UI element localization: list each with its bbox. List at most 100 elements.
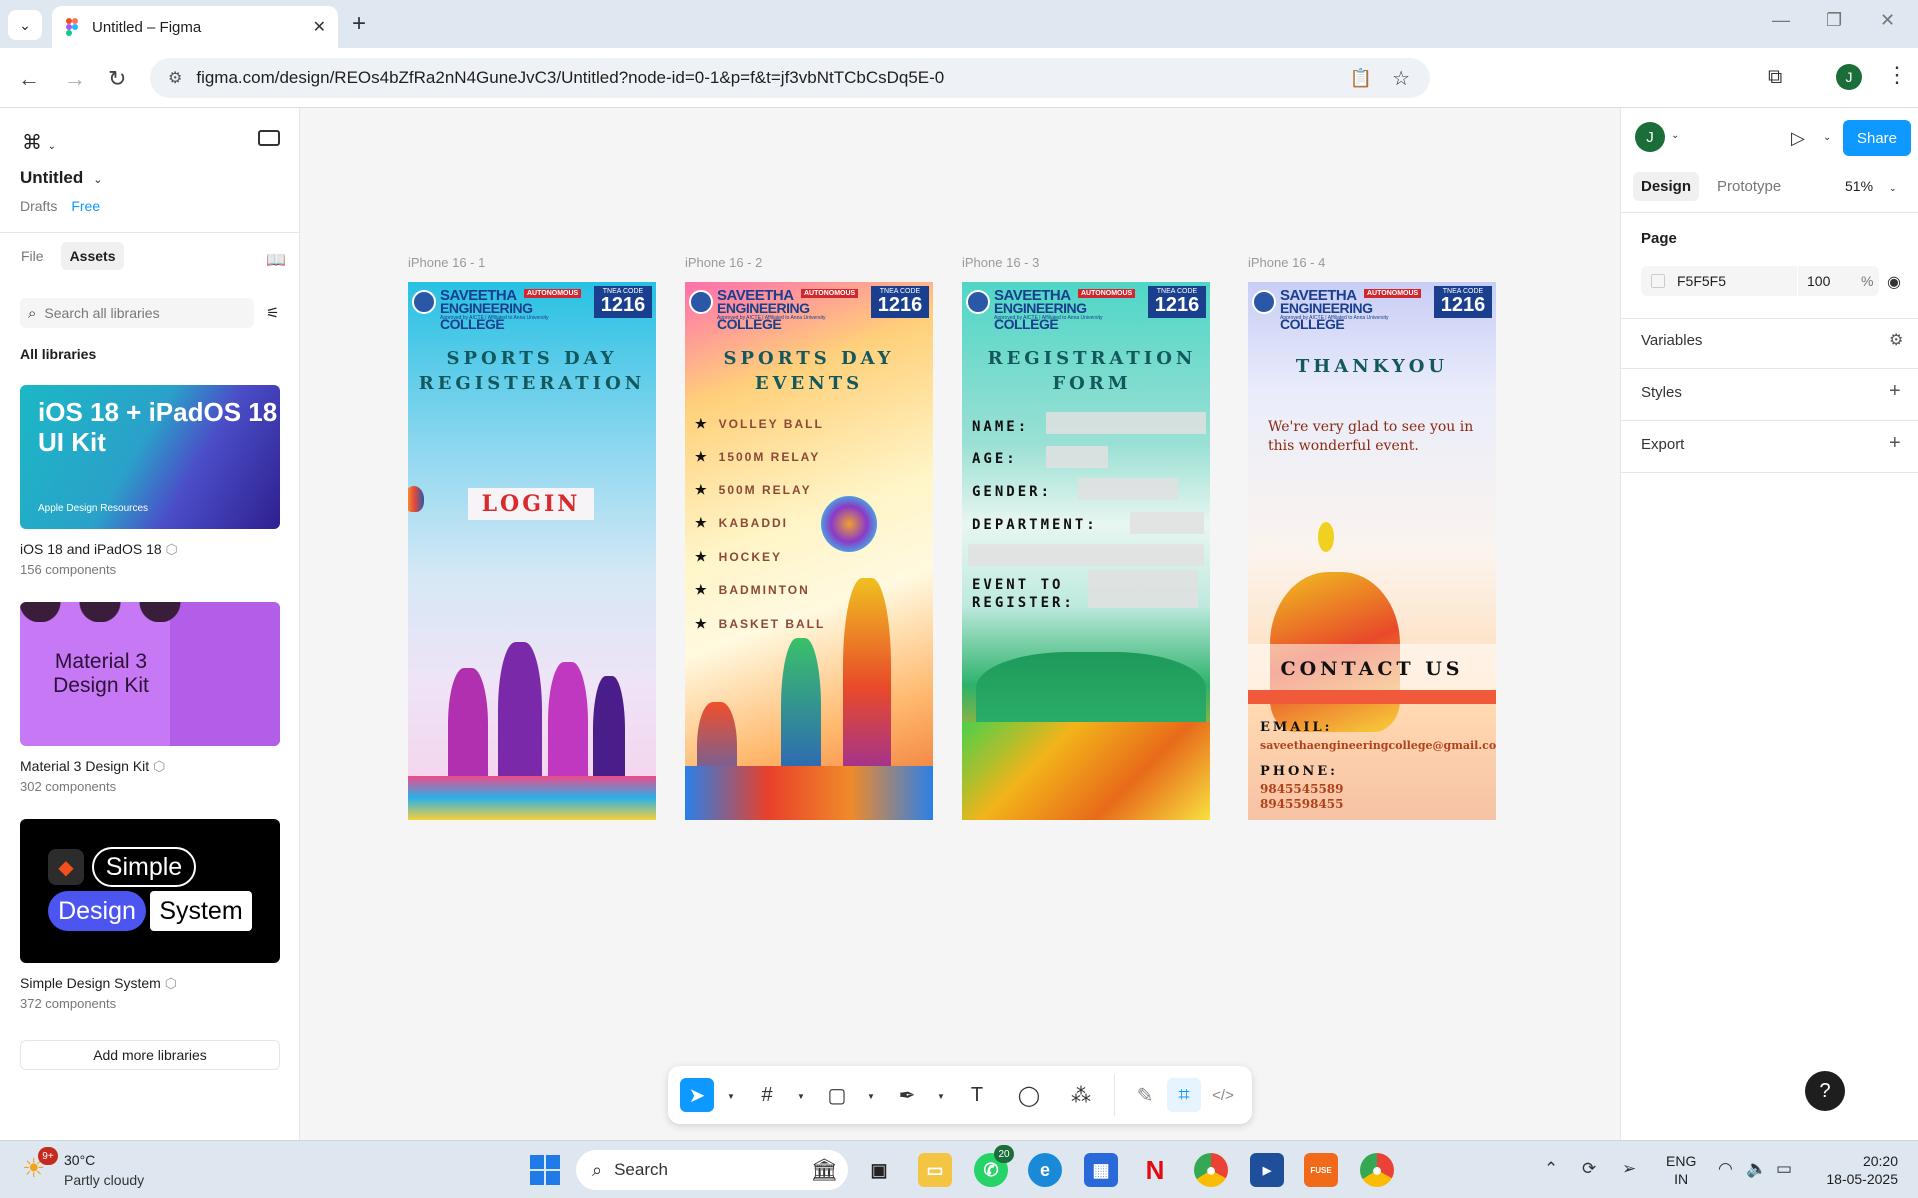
pen-tool[interactable]: ✒ <box>890 1078 924 1112</box>
fuse-app-icon[interactable]: FUSE <box>1304 1153 1338 1187</box>
file-explorer-icon[interactable]: ▭ <box>918 1153 952 1187</box>
battery-icon[interactable]: ▭ <box>1776 1159 1792 1179</box>
add-export-icon[interactable]: + <box>1889 432 1901 455</box>
search-libraries-input[interactable]: ⌕ Search all libraries <box>20 298 254 328</box>
file-name[interactable]: Untitled ⌄ <box>20 168 103 188</box>
user-avatar[interactable]: J <box>1635 122 1665 152</box>
tab-list-button[interactable]: ⌄ <box>8 10 42 40</box>
windows-start-icon[interactable] <box>530 1155 560 1185</box>
name-field[interactable] <box>1046 412 1206 434</box>
address-bar[interactable]: ⚙ figma.com/design/REOs4bZfRa2nN4GuneJvC… <box>150 58 1430 98</box>
frame-iphone-1[interactable]: SAVEETHA ENGINEERING COLLEGE AUTONOMOUS … <box>408 282 656 820</box>
tab-design[interactable]: Design <box>1633 172 1700 201</box>
dev-mode-button[interactable]: </> <box>1206 1078 1240 1112</box>
variables-settings-icon[interactable]: ⚙ <box>1889 330 1903 350</box>
extra-field[interactable] <box>968 544 1204 566</box>
design-canvas[interactable]: iPhone 16 - 1 SAVEETHA ENGINEERING COLLE… <box>300 108 1620 1140</box>
present-play-icon[interactable]: ▷ <box>1791 128 1805 149</box>
drafts-label[interactable]: Drafts <box>20 198 57 214</box>
color-swatch[interactable] <box>1651 274 1665 288</box>
library-card-simple[interactable]: ◆ Simple Design System Simple Design Sys… <box>20 819 280 1011</box>
tab-assets[interactable]: Assets <box>60 242 125 270</box>
frame-label[interactable]: iPhone 16 - 4 <box>1248 255 1325 270</box>
chevron-down-icon[interactable]: ▼ <box>867 1092 875 1101</box>
volume-icon[interactable]: 🔈 <box>1746 1159 1767 1179</box>
edge-browser-icon[interactable]: e <box>1028 1153 1062 1187</box>
back-icon[interactable]: ← <box>18 66 40 92</box>
new-tab-icon[interactable]: + <box>352 10 366 38</box>
sync-icon[interactable]: ⟳ <box>1582 1159 1596 1179</box>
library-book-icon[interactable]: 📖 <box>266 250 286 270</box>
gender-field[interactable] <box>1078 478 1178 500</box>
profile-avatar[interactable]: J <box>1836 64 1862 90</box>
login-button[interactable]: LOGIN <box>468 488 594 520</box>
tab-file[interactable]: File <box>12 242 53 270</box>
plan-badge[interactable]: Free <box>71 198 100 214</box>
chevron-down-icon[interactable]: ⌄ <box>1823 132 1831 143</box>
variables-section[interactable]: Variables <box>1641 332 1702 349</box>
frame-iphone-4[interactable]: SAVEETHA ENGINEERING COLLEGE AUTONOMOUS … <box>1248 282 1496 820</box>
window-close-icon[interactable]: ✕ <box>1880 10 1895 31</box>
event-field[interactable] <box>1088 570 1198 608</box>
reload-icon[interactable]: ↻ <box>108 66 126 92</box>
frame-label[interactable]: iPhone 16 - 3 <box>962 255 1039 270</box>
figma-menu-icon[interactable]: ⌘ ⌄ <box>22 130 56 155</box>
help-button[interactable]: ? <box>1805 1071 1845 1111</box>
comment-tool[interactable]: ◯ <box>1012 1078 1046 1112</box>
system-clock[interactable]: 20:20 18-05-2025 <box>1818 1152 1898 1188</box>
styles-section[interactable]: Styles <box>1641 384 1682 401</box>
store-icon[interactable]: ▦ <box>1084 1153 1118 1187</box>
toggle-sidebar-icon[interactable] <box>258 130 280 146</box>
weather-description[interactable]: Partly cloudy <box>64 1172 144 1188</box>
library-card-ios[interactable]: iOS 18 + iPadOS 18 UI Kit Apple Design R… <box>20 385 280 577</box>
frame-iphone-2[interactable]: SAVEETHA ENGINEERING COLLEGE AUTONOMOUS … <box>685 282 933 820</box>
add-libraries-button[interactable]: Add more libraries <box>20 1040 280 1070</box>
age-field[interactable] <box>1046 446 1108 468</box>
minimize-icon[interactable]: — <box>1772 10 1790 31</box>
weather-temperature[interactable]: 30°C <box>64 1152 95 1168</box>
chrome-icon[interactable]: ● <box>1194 1153 1228 1187</box>
close-tab-icon[interactable]: ✕ <box>313 17 326 37</box>
extensions-icon[interactable]: ⧉ <box>1768 66 1782 89</box>
task-view-icon[interactable]: ▣ <box>862 1153 896 1187</box>
draw-mode-button[interactable]: ✎ <box>1128 1078 1162 1112</box>
text-tool[interactable]: T <box>960 1078 994 1112</box>
design-mode-button[interactable]: ⌗ <box>1167 1078 1201 1112</box>
browser-tab-figma[interactable]: Untitled – Figma ✕ <box>52 6 338 48</box>
chevron-down-icon[interactable]: ▼ <box>797 1092 805 1101</box>
add-style-icon[interactable]: + <box>1889 380 1901 403</box>
frame-label[interactable]: iPhone 16 - 1 <box>408 255 485 270</box>
shape-tool[interactable]: ▢ <box>820 1078 854 1112</box>
taskbar-search[interactable]: ⌕ Search 🏛 <box>576 1150 848 1190</box>
wifi-icon[interactable]: ◠ <box>1718 1159 1733 1179</box>
language-indicator[interactable]: ENG IN <box>1666 1152 1696 1188</box>
browser-menu-icon[interactable]: ⋮ <box>1886 62 1908 88</box>
tab-prototype[interactable]: Prototype <box>1709 172 1789 201</box>
forward-icon[interactable]: → <box>64 66 86 92</box>
site-info-icon[interactable]: ⚙ <box>168 68 182 88</box>
send-icon[interactable]: ➢ <box>1622 1159 1636 1179</box>
netflix-icon[interactable]: N <box>1138 1153 1172 1187</box>
library-card-material[interactable]: Material 3 Design Kit Material 3 Design … <box>20 602 280 794</box>
move-tool[interactable]: ➤ <box>680 1078 714 1112</box>
eye-icon[interactable]: ◉ <box>1887 272 1901 292</box>
chevron-down-icon[interactable]: ▼ <box>937 1092 945 1101</box>
color-hex[interactable]: F5F5F5 <box>1677 273 1726 289</box>
chevron-down-icon[interactable]: ▼ <box>727 1092 735 1101</box>
restore-icon[interactable]: ❐ <box>1826 10 1842 31</box>
frame-iphone-3[interactable]: SAVEETHA ENGINEERING COLLEGE AUTONOMOUS … <box>962 282 1210 820</box>
share-button[interactable]: Share <box>1843 120 1911 156</box>
frame-tool[interactable]: # <box>750 1078 784 1112</box>
filter-icon[interactable]: ⚟ <box>266 304 279 322</box>
chevron-down-icon[interactable]: ⌄ <box>1671 130 1679 141</box>
export-section[interactable]: Export <box>1641 436 1684 453</box>
department-field[interactable] <box>1130 512 1204 534</box>
actions-tool[interactable]: ⁂ <box>1064 1078 1098 1112</box>
opacity-value[interactable]: 100 <box>1807 273 1830 289</box>
frame-label[interactable]: iPhone 16 - 2 <box>685 255 762 270</box>
show-hidden-icons-chevron-icon[interactable]: ⌃ <box>1544 1159 1558 1179</box>
chrome-profile-icon[interactable]: ● <box>1360 1153 1394 1187</box>
prime-video-icon[interactable]: ▶ <box>1250 1153 1284 1187</box>
bookmark-star-icon[interactable]: ☆ <box>1392 66 1410 91</box>
clipboard-icon[interactable]: 📋 <box>1350 68 1372 89</box>
